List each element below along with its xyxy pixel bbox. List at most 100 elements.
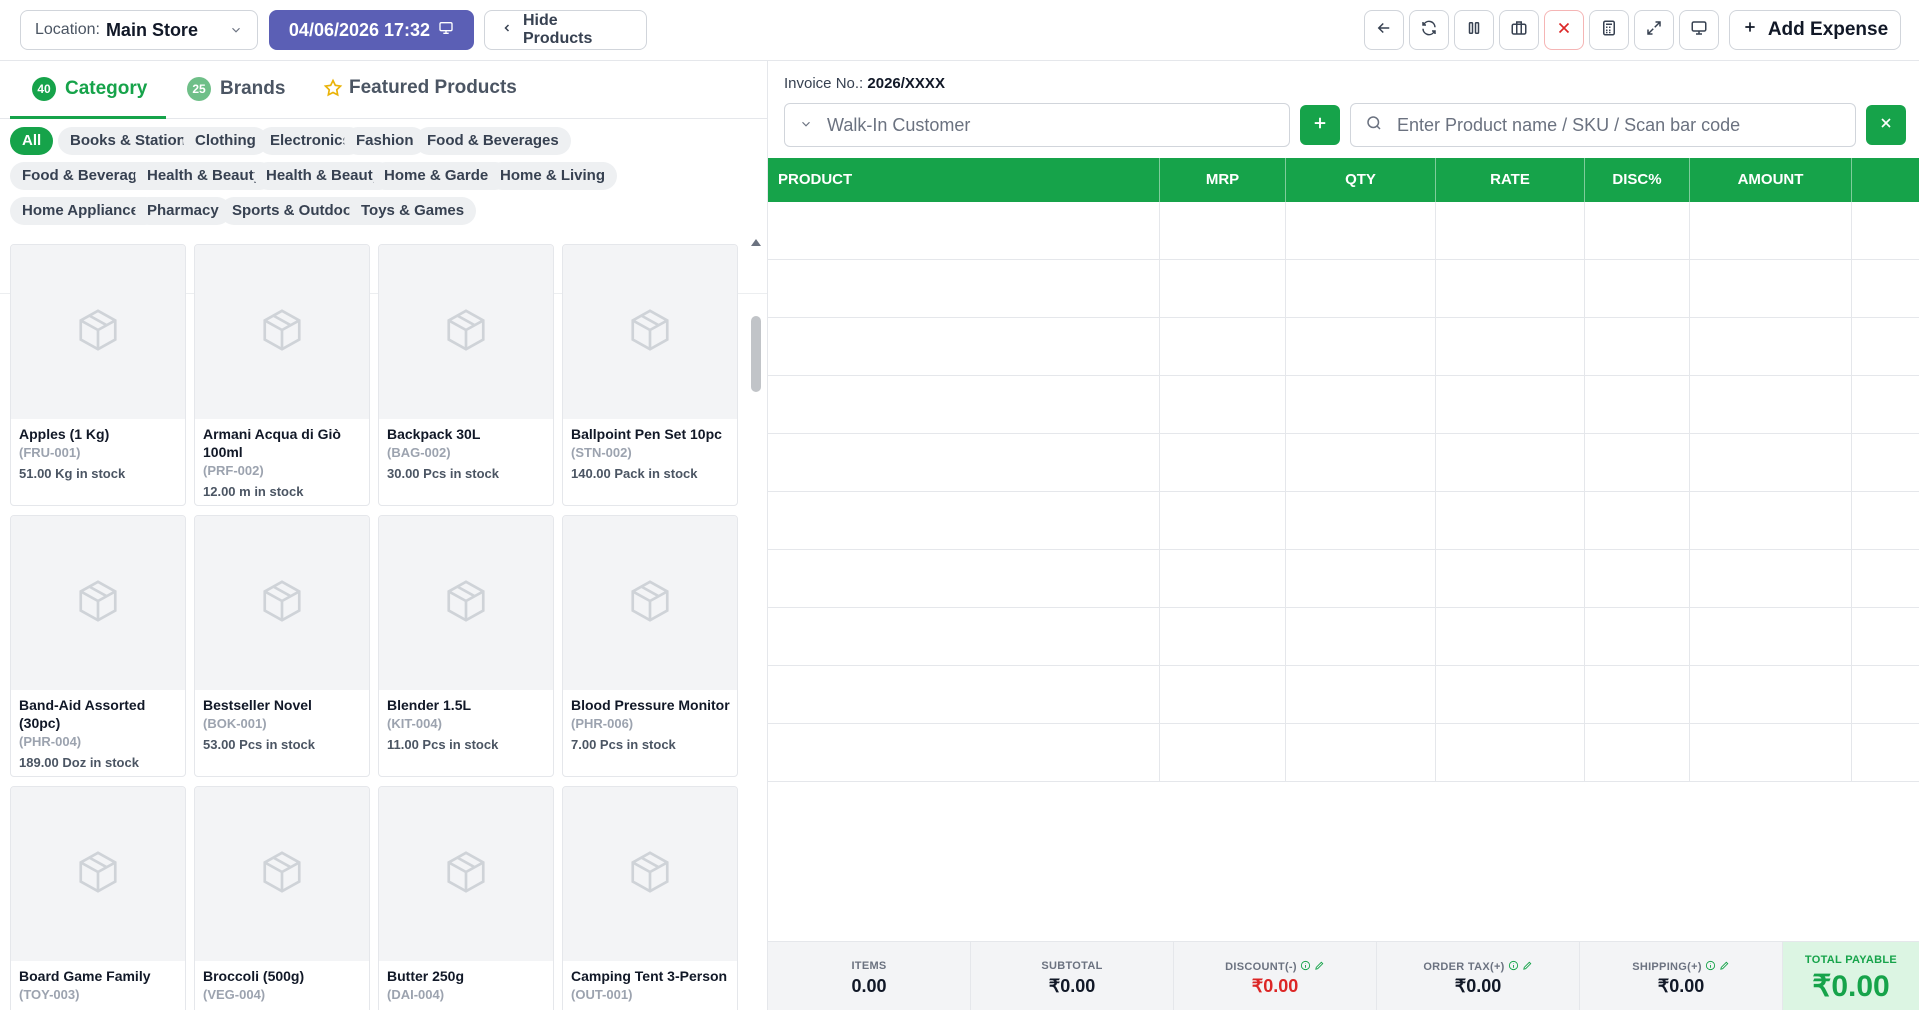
brands-count-badge: 25 bbox=[187, 77, 211, 101]
info-icon[interactable] bbox=[1505, 960, 1519, 974]
product-sku: (OUT-001) bbox=[571, 987, 633, 1002]
product-card[interactable]: Blood Pressure Monitor (PHR-006) 7.00 Pcs … bbox=[562, 515, 738, 777]
close-icon bbox=[1878, 115, 1894, 136]
datetime-button[interactable]: 04/06/2026 17:32 bbox=[269, 10, 474, 50]
table-cell bbox=[1852, 666, 1919, 724]
product-card[interactable]: Armani Acqua di Giò 100ml (PRF-002) 12.00 … bbox=[194, 244, 370, 506]
table-cell bbox=[1436, 434, 1585, 492]
table-cell bbox=[1160, 492, 1286, 550]
product-info: Blender 1.5L (KIT-004) 11.00 Pcs in stock bbox=[387, 696, 547, 754]
invoice-number: Invoice No.: 2026/XXXX bbox=[784, 75, 945, 92]
clear-search-button[interactable] bbox=[1866, 105, 1906, 145]
items-total: ITEMS 0.00 bbox=[768, 942, 971, 1010]
monitor-small-icon bbox=[430, 20, 454, 41]
category-chip[interactable]: Toys & Games bbox=[349, 196, 477, 225]
add-customer-button[interactable] bbox=[1300, 105, 1340, 145]
info-icon[interactable] bbox=[1297, 960, 1311, 974]
shipping-label-row: SHIPPING(+) bbox=[1580, 960, 1782, 974]
table-cell bbox=[1160, 724, 1286, 782]
category-chip[interactable]: Food & Beverages bbox=[415, 127, 571, 155]
items-label: ITEMS bbox=[851, 960, 887, 972]
edit-icon[interactable] bbox=[1519, 960, 1533, 974]
refresh-button[interactable] bbox=[1409, 10, 1449, 50]
table-cell bbox=[1436, 202, 1585, 260]
product-card[interactable]: Apples (1 Kg) (FRU-001) 51.00 Kg in stock bbox=[10, 244, 186, 506]
column-header: DISC% bbox=[1585, 158, 1690, 202]
category-chip[interactable]: Home & Living bbox=[488, 161, 618, 190]
table-cell bbox=[1286, 724, 1436, 782]
product-card[interactable]: Board Game Family (TOY-003) bbox=[10, 786, 186, 1010]
scroll-up-arrow[interactable] bbox=[751, 239, 761, 246]
product-name: Band-Aid Assorted (30pc) bbox=[19, 697, 146, 731]
shipping-total[interactable]: SHIPPING(+) ₹0.00 bbox=[1580, 942, 1783, 1010]
edit-icon[interactable] bbox=[1311, 960, 1325, 974]
product-scrollbar[interactable] bbox=[750, 239, 762, 1010]
product-card[interactable]: Broccoli (500g) (VEG-004) bbox=[194, 786, 370, 1010]
fullscreen-button[interactable] bbox=[1634, 10, 1674, 50]
box-icon bbox=[259, 849, 305, 900]
table-cell bbox=[1690, 492, 1852, 550]
product-card[interactable]: Bestseller Novel (BOK-001) 53.00 Pcs in st… bbox=[194, 515, 370, 777]
total-payable: TOTAL PAYABLE ₹0.00 bbox=[1783, 942, 1919, 1010]
back-button[interactable] bbox=[1364, 10, 1404, 50]
briefcase-icon bbox=[1510, 19, 1528, 42]
table-cell bbox=[768, 608, 1160, 666]
product-card[interactable]: Camping Tent 3-Person (OUT-001) bbox=[562, 786, 738, 1010]
product-card[interactable]: Backpack 30L (BAG-002) 30.00 Pcs in stock bbox=[378, 244, 554, 506]
product-search-input[interactable]: Enter Product name / SKU / Scan bar code bbox=[1350, 103, 1856, 147]
product-card[interactable]: Butter 250g (DAI-004) bbox=[378, 786, 554, 1010]
category-chip[interactable]: Fashion bbox=[344, 127, 426, 155]
cancel-button[interactable] bbox=[1544, 10, 1584, 50]
table-row bbox=[768, 434, 1919, 492]
tab-featured-products[interactable]: Featured Products bbox=[323, 77, 517, 99]
table-cell bbox=[1160, 260, 1286, 318]
product-name: Armani Acqua di Giò 100ml bbox=[203, 426, 341, 460]
table-cell bbox=[1160, 608, 1286, 666]
tab-category[interactable]: 40 Category bbox=[32, 77, 147, 101]
product-sku: (TOY-003) bbox=[19, 987, 80, 1002]
pause-button[interactable] bbox=[1454, 10, 1494, 50]
table-row bbox=[768, 724, 1919, 782]
location-label: Location: bbox=[35, 21, 100, 38]
scroll-thumb[interactable] bbox=[751, 316, 761, 392]
table-row bbox=[768, 318, 1919, 376]
product-name: Broccoli (500g) bbox=[203, 968, 305, 984]
briefcase-button[interactable] bbox=[1499, 10, 1539, 50]
discount-total[interactable]: DISCOUNT(-) ₹0.00 bbox=[1174, 942, 1377, 1010]
product-card[interactable]: Blender 1.5L (KIT-004) 11.00 Pcs in stock bbox=[378, 515, 554, 777]
product-image-placeholder bbox=[379, 787, 553, 961]
box-icon bbox=[443, 307, 489, 358]
customer-select[interactable]: Walk-In Customer bbox=[784, 103, 1290, 147]
product-info: Board Game Family (TOY-003) bbox=[19, 967, 179, 1007]
product-card[interactable]: Ballpoint Pen Set 10pc (STN-002) 140.00 Pa… bbox=[562, 244, 738, 506]
table-cell bbox=[768, 376, 1160, 434]
table-cell bbox=[1690, 376, 1852, 434]
product-image-placeholder bbox=[195, 516, 369, 690]
table-cell bbox=[1286, 376, 1436, 434]
product-sku: (BOK-001) bbox=[203, 716, 267, 731]
category-chip[interactable]: All bbox=[10, 127, 54, 155]
category-chip[interactable]: Clothing bbox=[183, 127, 268, 155]
tab-brands[interactable]: 25 Brands bbox=[187, 77, 285, 101]
table-cell bbox=[1286, 202, 1436, 260]
datetime-value: 04/06/2026 17:32 bbox=[288, 19, 431, 40]
add-expense-button[interactable]: Add Expense bbox=[1729, 10, 1901, 50]
chevron-left-icon bbox=[501, 21, 523, 39]
edit-icon[interactable] bbox=[1716, 960, 1730, 974]
tax-value: ₹0.00 bbox=[1454, 976, 1502, 996]
category-chip[interactable]: Pharmacy bbox=[135, 196, 231, 225]
location-select[interactable]: Location: Main Store bbox=[20, 10, 258, 50]
product-name: Ballpoint Pen Set 10pc bbox=[571, 426, 722, 442]
product-card[interactable]: Band-Aid Assorted (30pc) (PHR-004) 189.00 … bbox=[10, 515, 186, 777]
table-cell bbox=[768, 434, 1160, 492]
table-cell bbox=[1852, 260, 1919, 318]
calculator-button[interactable] bbox=[1589, 10, 1629, 50]
tax-total[interactable]: ORDER TAX(+) ₹0.00 bbox=[1377, 942, 1580, 1010]
info-icon[interactable] bbox=[1702, 960, 1716, 974]
table-cell bbox=[1160, 376, 1286, 434]
customer-display-button[interactable] bbox=[1679, 10, 1719, 50]
tab-category-label: Category bbox=[65, 78, 148, 99]
product-stock: 11.00 Pcs in stock bbox=[387, 737, 499, 752]
subtotal-value: ₹0.00 bbox=[1048, 976, 1096, 996]
hide-products-button[interactable]: Hide Products bbox=[484, 10, 647, 50]
